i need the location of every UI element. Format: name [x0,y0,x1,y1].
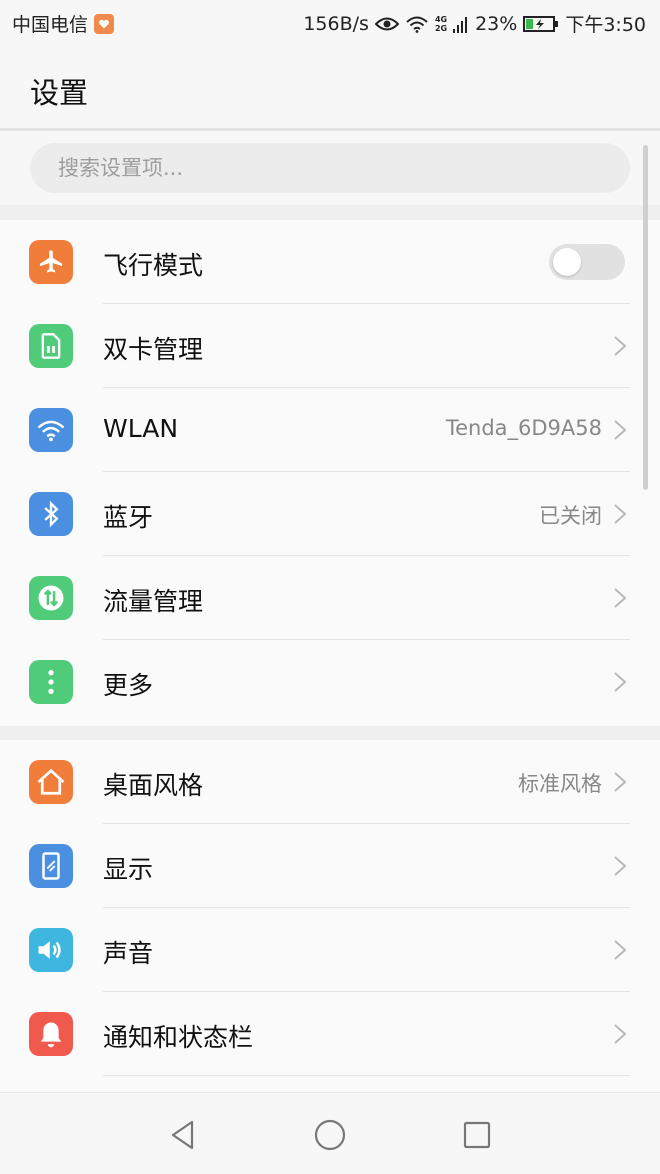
settings-item-more[interactable]: 更多 [0,640,660,724]
sim-card-icon [29,324,73,368]
more-vertical-icon [29,660,73,704]
network-type-bottom: 2G [434,23,448,33]
bluetooth-icon [29,492,73,536]
settings-item-sound[interactable]: 声音 [0,908,660,992]
chevron-right-icon [614,772,627,792]
settings-item-label: 双卡管理 [103,335,204,364]
section-gap [0,726,660,740]
clock-time: 下午3:50 [565,14,646,36]
network-type-top: 4G [434,14,448,24]
chevron-right-icon [614,856,627,876]
page-title: 设置 [30,76,89,110]
settings-group-device: 桌面风格 标准风格 显示 声音 通知和状态栏 [0,740,660,1092]
search-input[interactable] [30,143,630,193]
settings-item-label: 桌面风格 [103,771,204,800]
battery-percent: 23% [475,12,518,35]
search-section [0,131,660,205]
notification-heart-icon [94,13,115,34]
settings-item-label: 声音 [103,939,154,968]
signal-icon: 4G 2G [435,15,447,33]
battery-charging-icon [523,15,559,33]
home-style-value: 标准风格 [518,772,602,796]
wifi-icon [29,408,73,452]
settings-item-airplane-mode[interactable]: 飞行模式 [0,220,660,304]
speaker-icon [29,928,73,972]
chevron-right-icon [614,940,627,960]
chevron-right-icon [614,336,627,356]
settings-item-home-screen-style[interactable]: 桌面风格 标准风格 [0,740,660,824]
settings-item-label: 飞行模式 [103,251,204,280]
chevron-right-icon [614,672,627,692]
section-gap [0,205,660,220]
settings-item-data-usage[interactable]: 流量管理 [0,556,660,640]
settings-item-label: WLAN [103,414,179,443]
airplane-mode-toggle[interactable] [549,244,625,280]
status-bar-left: 中国电信 [12,10,115,37]
status-bar-right: 156B/s 4G 2G 23% 下午3:50 [303,10,646,37]
settings-item-label: 流量管理 [103,587,204,616]
chevron-right-icon [614,588,627,608]
settings-item-notifications-status-bar[interactable]: 通知和状态栏 [0,992,660,1076]
carrier-name: 中国电信 [12,14,89,36]
wifi-status-icon [405,15,429,33]
settings-item-wlan[interactable]: WLAN Tenda_6D9A58 [0,388,660,472]
settings-item-bluetooth[interactable]: 蓝牙 已关闭 [0,472,660,556]
recents-button[interactable] [457,1115,497,1155]
settings-item-dual-sim[interactable]: 双卡管理 [0,304,660,388]
settings-item-label: 更多 [103,671,154,700]
divider [103,1075,630,1076]
wlan-network-name: Tenda_6D9A58 [445,416,602,440]
settings-group-network: 飞行模式 双卡管理 WLAN Tenda_6D9A58 蓝牙 已关闭 流量管理 … [0,220,660,726]
signal-bars-icon [453,15,469,33]
chevron-right-icon [614,1024,627,1044]
recents-square-icon [463,1121,491,1149]
scrollbar[interactable] [643,145,648,490]
navigation-bar [0,1092,660,1174]
chevron-right-icon [614,504,627,524]
eye-icon [374,16,399,32]
net-speed: 156B/s [303,12,369,35]
display-icon [29,844,73,888]
bluetooth-status: 已关闭 [539,504,602,528]
home-icon [29,760,73,804]
status-bar: 中国电信 156B/s 4G 2G 23% 下午3:50 [0,0,660,46]
back-button[interactable] [163,1115,203,1155]
settings-item-label: 蓝牙 [103,503,154,532]
settings-item-label: 通知和状态栏 [103,1023,254,1052]
home-circle-icon [314,1119,346,1151]
toggle-knob [553,248,581,276]
home-button[interactable] [310,1115,350,1155]
title-bar: 设置 [0,46,660,131]
chevron-right-icon [614,420,627,440]
settings-item-label: 显示 [103,855,154,884]
back-triangle-icon [171,1120,194,1150]
airplane-icon [29,240,73,284]
settings-item-display[interactable]: 显示 [0,824,660,908]
data-usage-icon [29,576,73,620]
bell-icon [29,1012,73,1056]
